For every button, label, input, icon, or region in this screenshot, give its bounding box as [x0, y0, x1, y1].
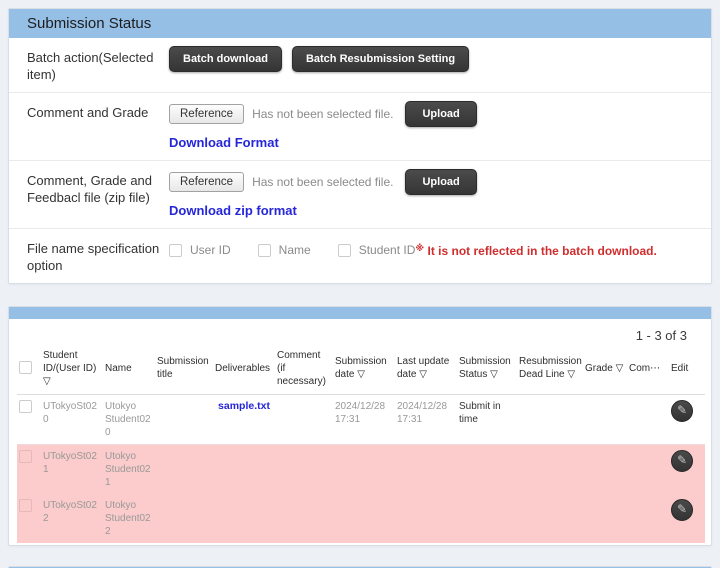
pencil-icon: ✎	[677, 403, 687, 417]
panel-title-bar: Submission Status	[9, 9, 711, 38]
cell-name: Utokyo Student020	[103, 394, 155, 444]
actions-panel: Submission Status Batch action(Selected …	[8, 8, 712, 284]
comment-grade-label: Comment and Grade	[27, 100, 169, 152]
student-id-checkbox-label: Student ID	[359, 243, 416, 257]
pagination-info: 1 - 3 of 3	[9, 319, 711, 343]
student-id-checkbox[interactable]	[338, 244, 351, 257]
cell-submission-status: Submit in time	[457, 394, 517, 444]
cell-deliverables	[213, 444, 275, 494]
pencil-icon: ✎	[677, 453, 687, 467]
download-format-link[interactable]: Download Format	[169, 135, 279, 150]
table-header-row: Student ID/(User ID) ▽ Name Submission t…	[17, 343, 705, 395]
cell-resubmission-deadline	[517, 444, 583, 494]
col-submission-title: Submission title	[155, 343, 213, 395]
submissions-panel: 1 - 3 of 3 Student ID/(User ID) ▽ Name S…	[8, 306, 712, 546]
file-status-text: Has not been selected file.	[252, 175, 393, 189]
batch-action-row: Batch action(Selected item) Batch downlo…	[9, 38, 711, 92]
col-student-id[interactable]: Student ID/(User ID) ▽	[41, 343, 103, 395]
row-checkbox[interactable]	[19, 450, 32, 463]
row-checkbox[interactable]	[19, 499, 32, 512]
cell-submission-title	[155, 444, 213, 494]
cell-submission-status	[457, 444, 517, 494]
cell-last-update-date	[395, 444, 457, 494]
cell-last-update-date: 2024/12/28 17:31	[395, 394, 457, 444]
table-row: UTokyoSt022 Utokyo Student022 ✎	[17, 494, 705, 543]
reference-mark: ※	[415, 243, 424, 253]
reference-button[interactable]: Reference	[169, 172, 244, 192]
panel-accent-bar	[9, 307, 711, 319]
cell-comment	[275, 494, 333, 543]
col-submission-status[interactable]: Submission Status ▽	[457, 343, 517, 395]
cell-submission-date: 2024/12/28 17:31	[333, 394, 395, 444]
col-name: Name	[103, 343, 155, 395]
col-comment: Comment (if necessary)	[275, 343, 333, 395]
col-com: Com⋯	[627, 343, 669, 395]
batch-action-label: Batch action(Selected item)	[27, 45, 169, 84]
cell-resubmission-deadline	[517, 494, 583, 543]
cell-comment	[275, 394, 333, 444]
batch-resubmission-setting-button[interactable]: Batch Resubmission Setting	[292, 46, 469, 72]
row-checkbox[interactable]	[19, 400, 32, 413]
cell-submission-title	[155, 394, 213, 444]
reference-button[interactable]: Reference	[169, 104, 244, 124]
col-resubmission-deadline[interactable]: Resubmission Dead Line ▽	[517, 343, 583, 395]
upload-button[interactable]: Upload	[405, 101, 476, 127]
cell-last-update-date	[395, 494, 457, 543]
col-last-update-date[interactable]: Last update date ▽	[395, 343, 457, 395]
cell-name: Utokyo Student021	[103, 444, 155, 494]
user-id-checkbox-label: User ID	[190, 243, 231, 257]
select-all-checkbox[interactable]	[19, 361, 32, 374]
cell-student-id: UTokyoSt020	[41, 394, 103, 444]
download-zip-format-link[interactable]: Download zip format	[169, 203, 297, 218]
cell-student-id: UTokyoSt022	[41, 494, 103, 543]
comment-grade-zip-row: Comment, Grade and Feedbacl file (zip fi…	[9, 160, 711, 228]
file-status-text: Has not been selected file.	[252, 107, 393, 121]
page-title: Submission Status	[27, 15, 151, 32]
col-grade[interactable]: Grade ▽	[583, 343, 627, 395]
col-select-all	[17, 343, 41, 395]
cell-resubmission-deadline	[517, 394, 583, 444]
comment-grade-zip-label: Comment, Grade and Feedbacl file (zip fi…	[27, 168, 169, 220]
cell-com	[627, 494, 669, 543]
user-id-checkbox[interactable]	[169, 244, 182, 257]
table-row: UTokyoSt020 Utokyo Student020 sample.txt…	[17, 394, 705, 444]
cell-submission-status	[457, 494, 517, 543]
edit-button[interactable]: ✎	[671, 400, 693, 422]
col-edit: Edit	[669, 343, 705, 395]
col-deliverables: Deliverables	[213, 343, 275, 395]
filename-option-label: File name specification option	[27, 236, 169, 275]
submission-status-page: Submission Status Batch action(Selected …	[0, 0, 720, 568]
deliverable-file-link[interactable]: sample.txt	[218, 400, 270, 412]
name-checkbox-label: Name	[279, 243, 311, 257]
edit-button[interactable]: ✎	[671, 450, 693, 472]
table-row: UTokyoSt021 Utokyo Student021 ✎	[17, 444, 705, 494]
cell-student-id: UTokyoSt021	[41, 444, 103, 494]
upload-button[interactable]: Upload	[405, 169, 476, 195]
name-checkbox[interactable]	[258, 244, 271, 257]
batch-download-note: ※ It is not reflected in the batch downl…	[415, 243, 656, 258]
cell-deliverables	[213, 494, 275, 543]
cell-com	[627, 394, 669, 444]
cell-submission-title	[155, 494, 213, 543]
edit-button[interactable]: ✎	[671, 499, 693, 521]
cell-submission-date	[333, 494, 395, 543]
cell-submission-date	[333, 444, 395, 494]
cell-grade	[583, 394, 627, 444]
pencil-icon: ✎	[677, 502, 687, 516]
cell-com	[627, 444, 669, 494]
submissions-table: Student ID/(User ID) ▽ Name Submission t…	[17, 343, 705, 543]
cell-grade	[583, 444, 627, 494]
col-submission-date[interactable]: Submission date ▽	[333, 343, 395, 395]
batch-download-button[interactable]: Batch download	[169, 46, 282, 72]
cell-name: Utokyo Student022	[103, 494, 155, 543]
cell-grade	[583, 494, 627, 543]
comment-grade-row: Comment and Grade Reference Has not been…	[9, 92, 711, 160]
filename-option-row: File name specification option User ID N…	[9, 228, 711, 283]
cell-comment	[275, 444, 333, 494]
